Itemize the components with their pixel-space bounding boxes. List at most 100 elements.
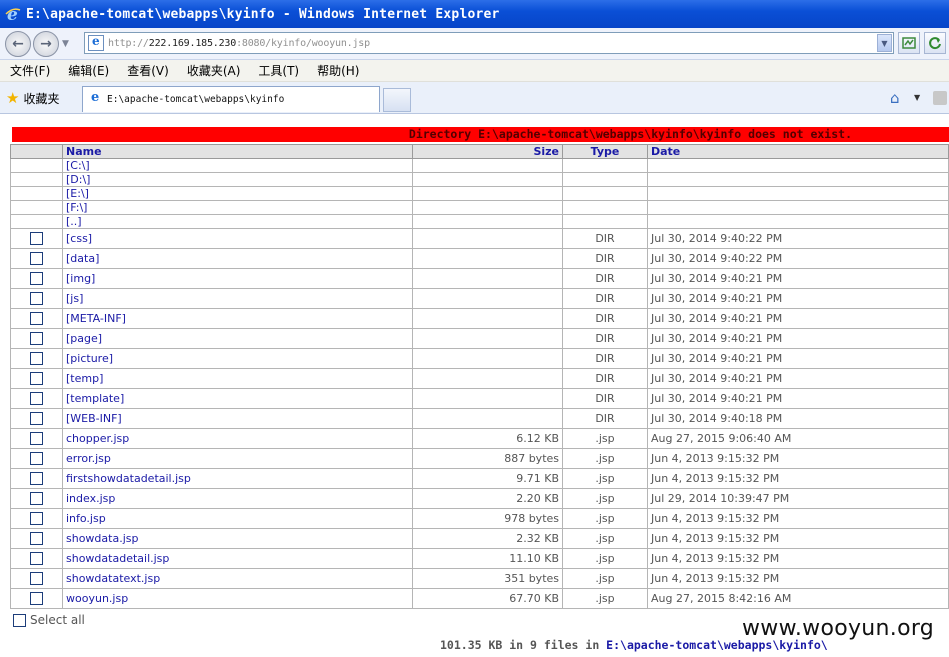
drive-link[interactable]: [C:\] — [66, 159, 90, 172]
file-row[interactable]: firstshowdatadetail.jsp 9.71 KB .jsp Jun 4,… — [10, 468, 949, 489]
select-all[interactable]: Select all — [13, 613, 85, 627]
file-row[interactable]: chopper.jsp 6.12 KB .jsp Aug 27, 2015 9:06:… — [10, 428, 949, 449]
file-link[interactable]: showdata.jsp — [66, 532, 138, 545]
menu-favorites[interactable]: 收藏夹(A) — [187, 62, 241, 79]
address-url[interactable]: http://222.169.185.230:8080/kyinfo/wooyu… — [108, 38, 370, 49]
file-link[interactable]: [temp] — [66, 372, 103, 385]
select-cell — [10, 448, 63, 469]
type-cell: .jsp — [562, 528, 648, 549]
file-row[interactable]: [data] DIR Jul 30, 2014 9:40:22 PM — [10, 248, 949, 269]
menu-file[interactable]: 文件(F) — [10, 62, 50, 79]
row-checkbox[interactable] — [30, 572, 43, 586]
empty-cell — [10, 158, 63, 173]
drive-row: [D:\] — [10, 172, 949, 187]
row-checkbox[interactable] — [30, 452, 43, 466]
row-checkbox[interactable] — [30, 492, 43, 506]
file-row[interactable]: [template] DIR Jul 30, 2014 9:40:21 PM — [10, 388, 949, 409]
file-link[interactable]: [js] — [66, 292, 83, 305]
menu-edit[interactable]: 编辑(E) — [68, 62, 109, 79]
file-link[interactable]: [WEB-INF] — [66, 412, 122, 425]
file-row[interactable]: [img] DIR Jul 30, 2014 9:40:21 PM — [10, 268, 949, 289]
file-link[interactable]: [data] — [66, 252, 99, 265]
drive-cell: [C:\] — [62, 158, 413, 173]
header-name[interactable]: Name — [62, 144, 413, 159]
file-link[interactable]: info.jsp — [66, 512, 106, 525]
file-row[interactable]: [WEB-INF] DIR Jul 30, 2014 9:40:18 PM — [10, 408, 949, 429]
file-row[interactable]: showdata.jsp 2.32 KB .jsp Jun 4, 2013 9:15:… — [10, 528, 949, 549]
home-icon[interactable]: ⌂ — [890, 89, 900, 107]
file-link[interactable]: wooyun.jsp — [66, 592, 128, 605]
menu-help[interactable]: 帮助(H) — [317, 62, 359, 79]
file-link[interactable]: [picture] — [66, 352, 113, 365]
menu-view[interactable]: 查看(V) — [127, 62, 169, 79]
address-bar[interactable]: http://222.169.185.230:8080/kyinfo/wooyu… — [84, 32, 894, 54]
file-link[interactable]: [page] — [66, 332, 102, 345]
type-cell: DIR — [562, 408, 648, 429]
row-checkbox[interactable] — [30, 252, 43, 266]
file-row[interactable]: info.jsp 978 bytes .jsp Jun 4, 2013 9:15:32… — [10, 508, 949, 529]
file-row[interactable]: [page] DIR Jul 30, 2014 9:40:21 PM — [10, 328, 949, 349]
size-cell — [412, 408, 563, 429]
date-cell: Jul 30, 2014 9:40:21 PM — [647, 328, 949, 349]
file-row[interactable]: [temp] DIR Jul 30, 2014 9:40:21 PM — [10, 368, 949, 389]
file-link[interactable]: [img] — [66, 272, 95, 285]
file-link[interactable]: showdatadetail.jsp — [66, 552, 169, 565]
row-checkbox[interactable] — [30, 552, 43, 566]
new-tab-button[interactable] — [383, 88, 411, 112]
file-link[interactable]: chopper.jsp — [66, 432, 129, 445]
row-checkbox[interactable] — [30, 312, 43, 326]
forward-button[interactable]: → — [33, 30, 59, 57]
compatibility-view-button[interactable] — [898, 32, 920, 54]
file-row[interactable]: showdatatext.jsp 351 bytes .jsp Jun 4, 2013… — [10, 568, 949, 589]
type-cell: DIR — [562, 348, 648, 369]
drive-link[interactable]: [..] — [66, 215, 82, 228]
file-row[interactable]: [js] DIR Jul 30, 2014 9:40:21 PM — [10, 288, 949, 309]
row-checkbox[interactable] — [30, 272, 43, 286]
file-link[interactable]: showdatatext.jsp — [66, 572, 160, 585]
back-button[interactable]: ← — [5, 30, 31, 57]
file-link[interactable]: index.jsp — [66, 492, 115, 505]
feeds-icon[interactable] — [933, 91, 947, 105]
drive-link[interactable]: [E:\] — [66, 187, 89, 200]
address-dropdown-icon[interactable]: ▼ — [877, 34, 892, 52]
row-checkbox[interactable] — [30, 512, 43, 526]
favorites-label: 收藏夹 — [23, 91, 60, 106]
header-type[interactable]: Type — [562, 144, 648, 159]
file-row[interactable]: error.jsp 887 bytes .jsp Jun 4, 2013 9:15:3… — [10, 448, 949, 469]
file-link[interactable]: firstshowdatadetail.jsp — [66, 472, 191, 485]
row-checkbox[interactable] — [30, 292, 43, 306]
file-row[interactable]: [css] DIR Jul 30, 2014 9:40:22 PM — [10, 228, 949, 249]
drive-link[interactable]: [F:\] — [66, 201, 87, 214]
home-dropdown-icon[interactable]: ▼ — [914, 93, 920, 102]
header-date[interactable]: Date — [647, 144, 949, 159]
tab-active[interactable]: E:\apache-tomcat\webapps\kyinfo — [82, 86, 380, 112]
select-all-checkbox[interactable] — [13, 613, 26, 627]
size-cell — [412, 288, 563, 309]
date-cell: Jul 30, 2014 9:40:21 PM — [647, 308, 949, 329]
menu-tools[interactable]: 工具(T) — [258, 62, 299, 79]
row-checkbox[interactable] — [30, 532, 43, 546]
row-checkbox[interactable] — [30, 392, 43, 406]
row-checkbox[interactable] — [30, 472, 43, 486]
row-checkbox[interactable] — [30, 352, 43, 366]
history-dropdown-icon[interactable]: ▼ — [62, 39, 69, 49]
file-link[interactable]: error.jsp — [66, 452, 111, 465]
row-checkbox[interactable] — [30, 432, 43, 446]
file-row[interactable]: showdatadetail.jsp 11.10 KB .jsp Jun 4, 201… — [10, 548, 949, 569]
file-row[interactable]: wooyun.jsp 67.70 KB .jsp Aug 27, 2015 8:42:… — [10, 588, 949, 609]
drive-link[interactable]: [D:\] — [66, 173, 90, 186]
favorites-button[interactable]: ★ 收藏夹 — [6, 89, 59, 107]
file-link[interactable]: [template] — [66, 392, 124, 405]
row-checkbox[interactable] — [30, 412, 43, 426]
row-checkbox[interactable] — [30, 372, 43, 386]
row-checkbox[interactable] — [30, 592, 43, 606]
header-size[interactable]: Size — [412, 144, 563, 159]
file-row[interactable]: [META-INF] DIR Jul 30, 2014 9:40:21 PM — [10, 308, 949, 329]
file-row[interactable]: [picture] DIR Jul 30, 2014 9:40:21 PM — [10, 348, 949, 369]
row-checkbox[interactable] — [30, 232, 43, 246]
file-link[interactable]: [css] — [66, 232, 92, 245]
file-row[interactable]: index.jsp 2.20 KB .jsp Jul 29, 2014 10:39:4… — [10, 488, 949, 509]
refresh-button[interactable] — [924, 32, 946, 54]
row-checkbox[interactable] — [30, 332, 43, 346]
file-link[interactable]: [META-INF] — [66, 312, 126, 325]
